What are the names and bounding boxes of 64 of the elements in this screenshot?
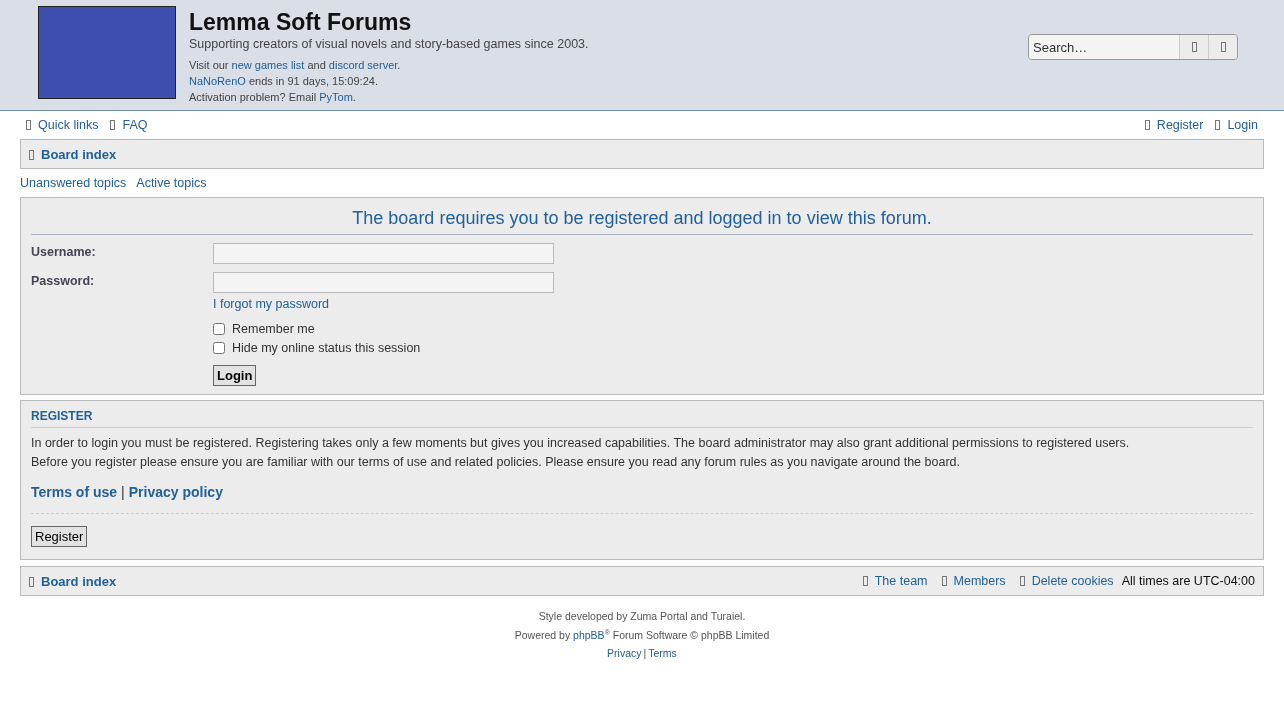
nav-link[interactable]: Login [1215,118,1258,132]
field-label: Password: [31,274,96,288]
missing-glyph-icon [1144,120,1150,130]
site-title: Lemma Soft Forums [189,8,413,37]
input-field[interactable] [213,272,554,293]
login-heading: The board requires you to be registered and logged in to view this forum. [31,204,1253,235]
missing-glyph-icon [1019,576,1025,586]
missing-glyph-icon [29,576,34,587]
checkbox[interactable] [213,322,225,335]
nav-link[interactable]: Register [1144,118,1204,132]
notice-text: . [352,91,356,103]
missing-glyph-icon [941,576,947,586]
separator-text: | [643,646,647,659]
footer-link[interactable]: Delete cookies [1019,574,1114,588]
notice-text: . [397,59,401,71]
nav-link[interactable]: Quick links [26,118,99,132]
breadcrumb-link[interactable]: Board index [29,146,117,162]
logo-image-placeholder[interactable] [38,6,176,99]
terms-link[interactable]: Terms of use [31,484,118,500]
nav-link[interactable]: FAQ [110,118,148,132]
field-label: Username: [31,245,97,259]
register-heading: REGISTER [31,409,1253,428]
advanced-search-button[interactable] [1208,35,1237,59]
register-paragraph: Before you register please ensure you are familiar with our terms of use and related policies. Please ensure you read any forum rules as you navigate around the board. [31,454,961,471]
powered-text: $^{®}$ Forum Software © phpBB Limited [604,628,770,641]
login-button[interactable]: Login [213,365,257,386]
missing-glyph-icon [29,149,34,160]
register-paragraph: In order to login you must be registered. Registering takes only a few moments but gives you increased capabilities. The board administrator may also grant additional permissions to registered users. [31,435,1131,452]
separator-text: | [121,484,125,500]
privacy-link[interactable]: Privacy [607,646,642,659]
timezone-text: All times are UTC-04:00 [1121,574,1255,588]
missing-glyph-icon [110,120,116,130]
search-field[interactable]: Search… [1029,35,1179,59]
checkbox[interactable] [213,341,225,354]
search-button[interactable] [1179,35,1208,59]
notice-link[interactable]: PyTom [319,91,353,103]
phpbb-link[interactable]: phpBB [573,628,605,641]
missing-glyph-icon [26,120,31,130]
terms-link[interactable]: Terms [648,646,677,659]
register-button[interactable]: Register [31,526,88,547]
notice-text: Activation problem? Email [189,91,318,103]
quick-link[interactable]: Active topics [136,176,207,190]
missing-glyph-icon [1220,42,1226,52]
input-field[interactable] [213,243,554,264]
footer-link[interactable]: The team [862,574,928,588]
notice-text: Visit our [189,59,230,71]
notice-link[interactable]: NaNoRenO [189,75,246,87]
missing-glyph-icon [1191,42,1197,52]
forgot-password-link[interactable]: I forgot my password [213,297,329,311]
notice-link[interactable]: discord server [328,59,398,71]
footer-link[interactable]: Members [941,574,1006,588]
notice-text: ends in 91 days, 15:09:24. [247,75,378,87]
notice-link[interactable]: new games list [231,59,305,71]
privacy-link[interactable]: Privacy policy [128,484,223,500]
site-tagline: Supporting creators of visual novels and story-based games since 2003. [189,37,590,51]
checkbox-label: Hide my online status this session [232,340,421,355]
powered-text: Powered by [514,628,572,641]
style-credit: Style developed by Zuma Portal and Turaiel. [537,609,747,624]
breadcrumb-link[interactable]: Board index [29,573,117,589]
quick-link[interactable]: Unanswered topics [20,176,127,190]
notice-text: and [306,59,327,71]
checkbox-label: Remember me [232,321,315,336]
missing-glyph-icon [862,576,868,586]
missing-glyph-icon [1215,120,1221,130]
